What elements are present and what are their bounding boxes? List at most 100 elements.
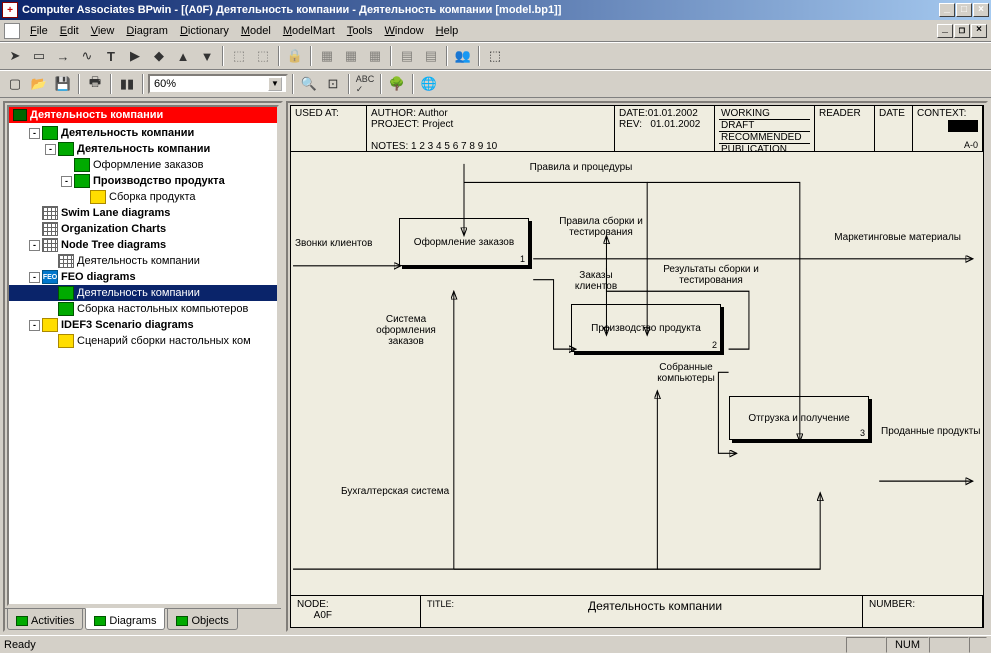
tree-view[interactable]: Деятельность компании -Деятельность комп…	[7, 105, 279, 606]
grid-icon	[42, 206, 58, 220]
mm-tool-2[interactable]: ⬚	[252, 45, 274, 67]
tree-item[interactable]: -Деятельность компании	[9, 141, 277, 157]
green-icon	[58, 302, 74, 316]
tab-icon	[16, 616, 28, 626]
squiggle-tool[interactable]: ∿	[76, 45, 98, 67]
toolbar-drawing: ➤ ▭ → ∿ T ▶ ◆ ▲ ▼ ⬚ ⬚ 🔒 ▦ ▦ ▦ ▤ ▤ 👥 ⬚	[0, 42, 991, 70]
maximize-button[interactable]: □	[956, 3, 972, 17]
open-button[interactable]: 📂	[28, 73, 50, 95]
mm-tool-6[interactable]: ▤	[396, 45, 418, 67]
tree-item[interactable]: Swim Lane diagrams	[9, 205, 277, 221]
zoom-fit-button[interactable]: ⊡	[322, 73, 344, 95]
status-working: WORKING	[719, 108, 810, 120]
zoom-combo[interactable]: 60% ▼	[148, 74, 288, 94]
mdi-restore-button[interactable]: ❐	[954, 24, 970, 38]
tree-expander[interactable]: -	[29, 320, 40, 331]
triangle-up-tool[interactable]: ▲	[172, 45, 194, 67]
tree-expander[interactable]: -	[45, 144, 56, 155]
menu-model[interactable]: Model	[235, 23, 277, 39]
green-icon	[42, 126, 58, 140]
minimize-button[interactable]: _	[939, 3, 955, 17]
spellcheck-button[interactable]: ABC✓	[354, 73, 376, 95]
pointer-tool[interactable]: ➤	[4, 45, 26, 67]
go-tool[interactable]: ▶	[124, 45, 146, 67]
menu-window[interactable]: Window	[379, 23, 430, 39]
box-tool[interactable]: ▭	[28, 45, 50, 67]
app-icon: +	[2, 2, 18, 18]
menu-file[interactable]: File	[24, 23, 54, 39]
report-button[interactable]: ▮▮	[116, 73, 138, 95]
tree-button[interactable]: 🌳	[386, 73, 408, 95]
menu-diagram[interactable]: Diagram	[120, 23, 174, 39]
tree-root-label: Деятельность компании	[30, 109, 163, 121]
mm-tool-7[interactable]: ▤	[420, 45, 442, 67]
close-button[interactable]: ×	[973, 3, 989, 17]
tree-item-label: FEO diagrams	[61, 271, 136, 283]
navigator-panel: Деятельность компании -Деятельность комп…	[3, 101, 283, 632]
mm-tool-8[interactable]: 👥	[452, 45, 474, 67]
tree-item[interactable]: -Деятельность компании	[9, 125, 277, 141]
yellow-icon	[58, 334, 74, 348]
save-button[interactable]: 💾	[52, 73, 74, 95]
tree-item[interactable]: Сборка настольных компьютеров	[9, 301, 277, 317]
arrow-tool[interactable]: →	[52, 45, 74, 67]
tree-item-label: Деятельность компании	[77, 287, 200, 299]
tree-item[interactable]: -IDEF3 Scenario diagrams	[9, 317, 277, 333]
tree-item[interactable]: Сборка продукта	[9, 189, 277, 205]
menu-dictionary[interactable]: Dictionary	[174, 23, 235, 39]
tree-item[interactable]: Деятельность компании	[9, 253, 277, 269]
panel-tab-diagrams[interactable]: Diagrams	[85, 608, 165, 630]
activity-box-2[interactable]: Производство продукта2	[571, 304, 721, 352]
tree-item[interactable]: -Производство продукта	[9, 173, 277, 189]
tree-item-label: Node Tree diagrams	[61, 239, 166, 251]
print-button[interactable]: 🖶	[84, 73, 106, 95]
panel-tab-activities[interactable]: Activities	[7, 609, 83, 630]
menu-view[interactable]: View	[85, 23, 121, 39]
menu-modelmart[interactable]: ModelMart	[277, 23, 341, 39]
activity-box-3[interactable]: Отгрузка и получение3	[729, 396, 869, 440]
tree-root[interactable]: Деятельность компании	[9, 107, 277, 123]
tree-item[interactable]: Organization Charts	[9, 221, 277, 237]
tree-item-label: Organization Charts	[61, 223, 166, 235]
diagram-header: USED AT: AUTHOR: Author PROJECT: Project…	[291, 106, 983, 152]
tree-expander[interactable]: -	[29, 272, 40, 283]
status-text: Ready	[4, 639, 36, 651]
text-tool[interactable]: T	[100, 45, 122, 67]
diagram-canvas[interactable]: USED AT: AUTHOR: Author PROJECT: Project…	[290, 105, 984, 628]
tree-item-label: Сборка продукта	[109, 191, 196, 203]
label-system: Система оформления заказов	[361, 314, 451, 347]
tree-item[interactable]: -FEOFEO diagrams	[9, 269, 277, 285]
mdi-close-button[interactable]: ×	[971, 24, 987, 38]
diamond-tool[interactable]: ◆	[148, 45, 170, 67]
activity-box-1[interactable]: Оформление заказов1	[399, 218, 529, 266]
panel-tab-objects[interactable]: Objects	[167, 609, 237, 630]
mm-tool-9[interactable]: ⬚	[484, 45, 506, 67]
green-icon	[74, 158, 90, 172]
label-orders: Заказы клиентов	[561, 270, 631, 292]
world-button[interactable]: 🌐	[418, 73, 440, 95]
tree-expander[interactable]: -	[29, 240, 40, 251]
dropdown-arrow-icon[interactable]: ▼	[268, 77, 282, 91]
mm-tool-3[interactable]: ▦	[316, 45, 338, 67]
triangle-down-tool[interactable]: ▼	[196, 45, 218, 67]
menu-tools[interactable]: Tools	[341, 23, 379, 39]
lock-tool[interactable]: 🔒	[284, 45, 306, 67]
status-bar: Ready NUM	[0, 635, 991, 653]
tree-expander[interactable]: -	[29, 128, 40, 139]
mm-tool-5[interactable]: ▦	[364, 45, 386, 67]
tree-expander[interactable]: -	[61, 176, 72, 187]
zoom-in-button[interactable]: 🔍	[298, 73, 320, 95]
model-icon	[13, 109, 27, 121]
tree-item-label: Оформление заказов	[93, 159, 203, 171]
label-sold: Проданные продукты	[881, 426, 984, 437]
new-button[interactable]: ▢	[4, 73, 26, 95]
mm-tool-1[interactable]: ⬚	[228, 45, 250, 67]
tree-item[interactable]: Деятельность компании	[9, 285, 277, 301]
tree-item[interactable]: Оформление заказов	[9, 157, 277, 173]
mdi-minimize-button[interactable]: _	[937, 24, 953, 38]
menu-help[interactable]: Help	[430, 23, 465, 39]
tree-item[interactable]: Сценарий сборки настольных ком	[9, 333, 277, 349]
menu-edit[interactable]: Edit	[54, 23, 85, 39]
tree-item[interactable]: - Node Tree diagrams	[9, 237, 277, 253]
mm-tool-4[interactable]: ▦	[340, 45, 362, 67]
